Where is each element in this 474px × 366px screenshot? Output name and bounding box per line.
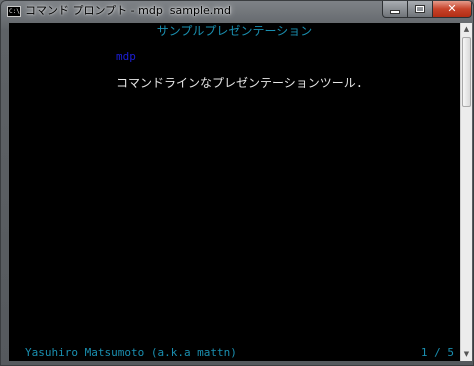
- scroll-thumb[interactable]: [462, 37, 471, 107]
- console-window: C:\ コマンド プロンプト - mdp sample.md ✕ サンプルプレゼ…: [0, 0, 474, 366]
- window-bottom-frame: [1, 361, 473, 365]
- minimize-button[interactable]: [382, 1, 408, 18]
- window-title: コマンド プロンプト - mdp sample.md: [25, 4, 231, 17]
- vertical-scrollbar[interactable]: ▲ ▼: [460, 23, 472, 361]
- page-indicator: 1 / 5: [420, 346, 454, 359]
- footer-author: Yasuhiro Matsumoto (a.k.a mattn): [25, 346, 237, 359]
- console-area[interactable]: サンプルプレゼンテーション mdp コマンドラインなプレゼンテーションツール. …: [9, 23, 460, 361]
- close-icon: ✕: [447, 2, 457, 15]
- maximize-button[interactable]: [407, 1, 433, 18]
- scroll-up-icon[interactable]: ▲: [461, 23, 472, 36]
- slide-body: コマンドラインなプレゼンテーションツール.: [116, 76, 363, 90]
- close-button[interactable]: ✕: [432, 1, 472, 18]
- title-bar[interactable]: C:\ コマンド プロンプト - mdp sample.md ✕: [1, 1, 473, 23]
- minimize-icon: [390, 10, 400, 14]
- console-icon[interactable]: C:\: [7, 6, 21, 17]
- slide-title: サンプルプレゼンテーション: [156, 24, 313, 38]
- slide-heading: mdp: [116, 50, 136, 63]
- scroll-down-icon[interactable]: ▼: [461, 348, 472, 361]
- maximize-icon: [415, 5, 425, 13]
